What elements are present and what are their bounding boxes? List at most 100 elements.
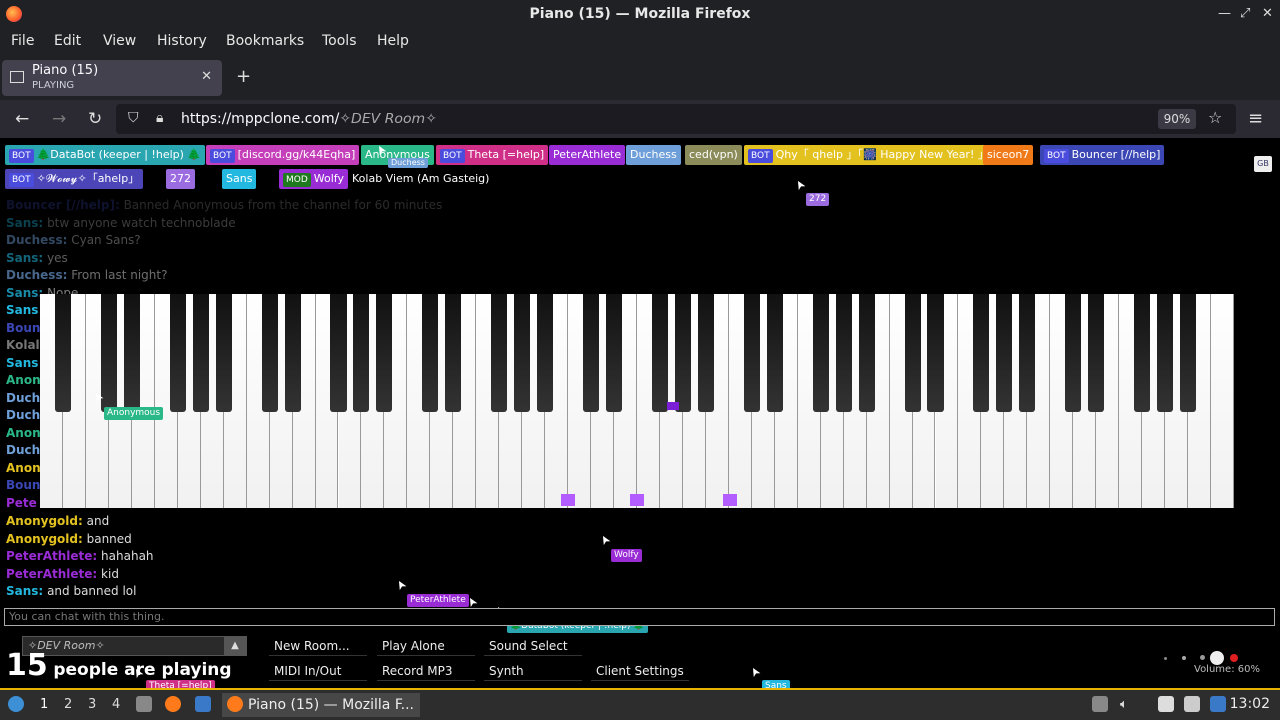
terminal-icon[interactable]: [195, 696, 211, 712]
url-text[interactable]: https://mppclone.com/✧𝘋𝘌𝘝 𝘙𝘰𝘰𝘮✧: [181, 111, 437, 127]
tray-usb-icon[interactable]: [1092, 696, 1108, 712]
cursor-label: 272: [806, 193, 830, 206]
start-menu-icon[interactable]: [8, 696, 24, 712]
user-tag[interactable]: Sans: [222, 169, 257, 189]
black-key[interactable]: [376, 294, 393, 412]
translate-icon[interactable]: GB: [1254, 156, 1272, 172]
reload-icon[interactable]: ↻: [88, 109, 102, 129]
black-key[interactable]: [422, 294, 439, 412]
black-key[interactable]: [123, 294, 140, 412]
url-bar[interactable]: ⛉ 🔒︎ https://mppclone.com/✧𝘋𝘌𝘝 𝘙𝘰𝘰𝘮✧ 90%…: [116, 104, 1236, 134]
chat-message: PeterAthlete: hahahah: [6, 549, 154, 563]
black-key[interactable]: [330, 294, 347, 412]
black-key[interactable]: [514, 294, 531, 412]
black-key[interactable]: [1065, 294, 1082, 412]
black-key[interactable]: [766, 294, 783, 412]
menu-history[interactable]: History: [157, 33, 207, 49]
chat-message: Boun: [6, 320, 41, 335]
menu-file[interactable]: File: [11, 33, 34, 49]
synth-button[interactable]: Synth: [484, 661, 582, 681]
zoom-level[interactable]: 90%: [1158, 109, 1196, 129]
black-key[interactable]: [537, 294, 554, 412]
black-key[interactable]: [1157, 294, 1174, 412]
black-key[interactable]: [54, 294, 71, 412]
user-tag[interactable]: BOT 🌲DataBot (keeper | !help) 🌲: [5, 145, 206, 165]
user-tag[interactable]: BOT Theta [=help]: [436, 145, 549, 165]
user-tag[interactable]: BOT Bouncer [//help]: [1040, 145, 1165, 165]
black-key[interactable]: [192, 294, 209, 412]
black-key[interactable]: [353, 294, 370, 412]
black-key[interactable]: [261, 294, 278, 412]
black-key[interactable]: [284, 294, 301, 412]
shield-icon[interactable]: ⛉: [128, 110, 139, 126]
black-key[interactable]: [858, 294, 875, 412]
firefox-launcher-icon[interactable]: [165, 696, 181, 712]
black-key[interactable]: [1088, 294, 1105, 412]
black-key[interactable]: [491, 294, 508, 412]
chat-input[interactable]: You can chat with this thing.: [4, 608, 1275, 626]
record-mp3-button[interactable]: Record MP3: [377, 661, 475, 681]
black-key[interactable]: [445, 294, 462, 412]
lock-icon[interactable]: 🔒︎: [156, 110, 163, 126]
black-key[interactable]: [169, 294, 186, 412]
user-tag[interactable]: PeterAthlete: [549, 145, 626, 165]
menu-edit[interactable]: Edit: [54, 33, 81, 49]
workspace-3[interactable]: 3: [88, 697, 96, 712]
black-key[interactable]: [973, 294, 990, 412]
user-tag[interactable]: Duchess: [626, 145, 681, 165]
black-key[interactable]: [812, 294, 829, 412]
forward-icon[interactable]: →: [52, 109, 66, 129]
user-tag[interactable]: Kolab Viem (Am Gasteig): [348, 169, 494, 189]
maximize-icon[interactable]: ⤢: [1240, 6, 1250, 21]
user-tag[interactable]: MOD Wolfy: [279, 169, 348, 189]
black-key[interactable]: [674, 294, 691, 412]
black-key[interactable]: [1019, 294, 1036, 412]
new-tab-icon[interactable]: +: [236, 66, 251, 87]
file-manager-icon[interactable]: [136, 696, 152, 712]
clipboard-icon[interactable]: [1158, 696, 1174, 712]
black-key[interactable]: [1180, 294, 1197, 412]
black-key[interactable]: [1134, 294, 1151, 412]
black-key[interactable]: [606, 294, 623, 412]
user-tag[interactable]: BOT [discord.gg/k44Eqha]: [206, 145, 360, 165]
bookmark-star-icon[interactable]: ☆: [1208, 108, 1222, 127]
piano-keyboard[interactable]: [40, 294, 1234, 508]
user-tag[interactable]: BOT Qhy「 qhelp 」「🎆 Happy New Year! 」: [744, 145, 993, 165]
menu-view[interactable]: View: [103, 33, 136, 49]
black-key[interactable]: [927, 294, 944, 412]
black-key[interactable]: [697, 294, 714, 412]
tab-piano[interactable]: Piano (15) PLAYING ✕: [2, 60, 222, 96]
volume-icon[interactable]: 🔈︎: [1120, 697, 1128, 712]
new-room-button[interactable]: New Room...: [269, 636, 367, 656]
black-key[interactable]: [215, 294, 232, 412]
minimize-icon[interactable]: —: [1218, 6, 1231, 21]
black-key[interactable]: [835, 294, 852, 412]
midi-button[interactable]: MIDI In/Out: [269, 661, 367, 681]
user-tag[interactable]: BOT ✧𝓦𝓸𝔀𝔂✧「ahelp」: [5, 169, 144, 189]
play-alone-button[interactable]: Play Alone: [377, 636, 475, 656]
user-tag[interactable]: ced(vpn): [685, 145, 742, 165]
black-key[interactable]: [583, 294, 600, 412]
network-icon[interactable]: [1210, 696, 1226, 712]
app-menu-icon[interactable]: ≡: [1248, 108, 1263, 129]
menu-tools[interactable]: Tools: [322, 33, 357, 49]
black-key[interactable]: [651, 294, 668, 412]
user-tag[interactable]: 272: [166, 169, 195, 189]
close-window-icon[interactable]: ✕: [1262, 6, 1273, 21]
black-key[interactable]: [904, 294, 921, 412]
black-key[interactable]: [743, 294, 760, 412]
menu-bookmarks[interactable]: Bookmarks: [226, 33, 304, 49]
sound-select-button[interactable]: Sound Select: [484, 636, 582, 656]
workspace-1[interactable]: 1: [40, 697, 48, 712]
display-icon[interactable]: [1184, 696, 1200, 712]
white-key[interactable]: [1211, 294, 1234, 508]
workspace-4[interactable]: 4: [112, 697, 120, 712]
workspace-2[interactable]: 2: [64, 697, 72, 712]
black-key[interactable]: [996, 294, 1013, 412]
menu-help[interactable]: Help: [377, 33, 409, 49]
client-settings-button[interactable]: Client Settings: [591, 661, 689, 681]
back-icon[interactable]: ←: [15, 109, 29, 129]
user-tag[interactable]: siceon7: [983, 145, 1034, 165]
taskbar-firefox-window[interactable]: Piano (15) — Mozilla F...: [222, 693, 420, 717]
close-tab-icon[interactable]: ✕: [201, 69, 212, 84]
